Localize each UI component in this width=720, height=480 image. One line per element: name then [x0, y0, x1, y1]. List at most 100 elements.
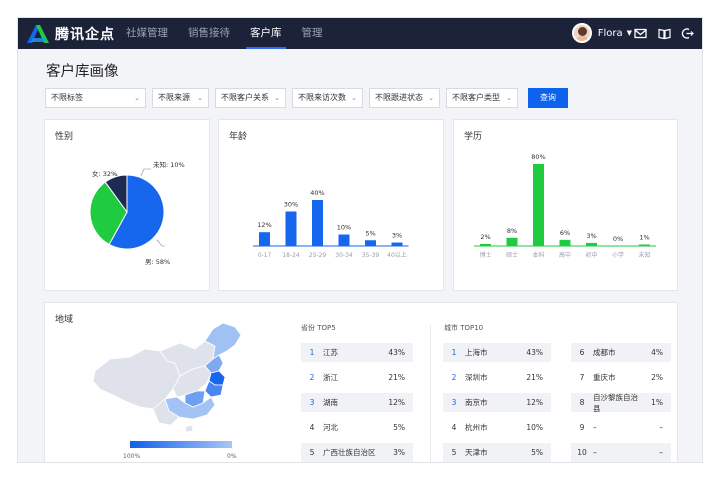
rank-row[interactable]: 10– – — [571, 443, 671, 462]
bar[interactable] — [559, 239, 571, 246]
bar[interactable] — [285, 211, 297, 247]
bar[interactable] — [506, 237, 518, 246]
followup-status-filter-select[interactable]: 不限跟进状态 ⌄ — [369, 88, 440, 108]
query-button[interactable]: 查询 — [528, 88, 568, 108]
rank-row[interactable]: 2 深圳市 21% — [443, 368, 551, 387]
rank-value: 43% — [388, 348, 405, 357]
rank-row[interactable]: 8 自沙黎族自治县 1% — [571, 393, 671, 413]
education-bar-chart: 2% 博士 8% 硕士 80% 本科 6% 高中 3% 初中 0% 小学 1% 未知 — [474, 153, 656, 259]
bar[interactable] — [533, 164, 544, 246]
bar[interactable] — [480, 243, 491, 246]
rank-name: 深圳市 — [465, 373, 488, 382]
source-filter-select[interactable]: 不限来源 ⌄ — [152, 88, 209, 108]
chevron-down-icon: ⌄ — [134, 94, 140, 102]
bar-value-label: 2% — [480, 233, 490, 241]
rank-number: 9 — [579, 423, 585, 432]
rank-value: 10% — [526, 423, 543, 432]
chevron-down-icon: ⌄ — [274, 94, 280, 102]
bar[interactable] — [391, 242, 403, 246]
gender-card: 性别 男: 58% 女: 32% 未知: 10% — [44, 119, 210, 291]
rank-name: 杭州市 — [465, 423, 488, 432]
bar[interactable] — [365, 240, 376, 246]
rank-row[interactable]: 5 天津市 5% — [443, 443, 551, 462]
nav-management[interactable]: 管理 — [292, 18, 333, 49]
rank-row[interactable]: 2 浙江 21% — [301, 368, 413, 387]
rank-row[interactable]: 4 河北 5% — [301, 418, 413, 437]
rank-name: 河北 — [323, 423, 338, 432]
customer-type-filter-select[interactable]: 不限客户类型 ⌄ — [446, 88, 518, 108]
china-map — [92, 322, 242, 433]
rank-row[interactable]: 3 南京市 12% — [443, 393, 551, 412]
rank-number: 4 — [451, 423, 457, 432]
pie-label-leader-line — [140, 168, 151, 177]
nav-sales-reception[interactable]: 销售接待 — [178, 18, 240, 49]
tag-filter-select[interactable]: 不限标签 ⌄ — [45, 88, 146, 108]
x-tick-label: 未知 — [638, 251, 650, 259]
rank-row[interactable]: 4 杭州市 10% — [443, 418, 551, 437]
x-tick-label: 博士 — [479, 251, 491, 259]
x-tick-label: 本科 — [532, 251, 544, 259]
mail-icon[interactable] — [634, 27, 647, 40]
bar[interactable] — [312, 200, 323, 246]
nav-social-media[interactable]: 社媒管理 — [116, 18, 178, 49]
rank-row[interactable]: 9– – — [571, 418, 671, 437]
chevron-down-icon: ⌄ — [197, 94, 203, 102]
x-tick-label: 40以上 — [387, 251, 407, 259]
rank-value: 5% — [531, 448, 543, 457]
rank-value: – — [659, 423, 663, 432]
rank-value: – — [659, 448, 663, 457]
app-window: 腾讯企点 社媒管理 销售接待 客户库 管理 Flora ▼ 客户库画像 不限标签… — [17, 17, 703, 463]
rank-row[interactable]: 3 湖南 12% — [301, 393, 413, 412]
x-tick-label: 硕士 — [506, 251, 518, 259]
rank-row[interactable]: 6 成都市 4% — [571, 343, 671, 362]
logo[interactable]: 腾讯企点 — [27, 24, 115, 44]
nav-customer-library[interactable]: 客户库 — [240, 18, 292, 49]
rank-name: 湖南 — [323, 398, 338, 407]
bar-value-label: 80% — [531, 153, 545, 161]
rank-row[interactable]: 1 江苏 43% — [301, 343, 413, 362]
rank-value: 21% — [388, 373, 405, 382]
bar-value-label: 10% — [337, 224, 351, 232]
chevron-down-icon: ⌄ — [428, 94, 434, 102]
rank-name: 成都市 — [593, 348, 616, 357]
pie-slice-label: 女: 32% — [92, 169, 117, 178]
logout-icon[interactable] — [681, 27, 694, 40]
top-navigation-bar: 腾讯企点 社媒管理 销售接待 客户库 管理 Flora ▼ — [18, 18, 702, 49]
rank-value: 12% — [526, 398, 543, 407]
rank-row[interactable]: 7 重庆市 2% — [571, 368, 671, 387]
rank-row[interactable]: 1 上海市 43% — [443, 343, 551, 362]
rank-number: 3 — [451, 398, 457, 407]
rank-number: 10 — [577, 448, 587, 457]
bar-value-label: 12% — [257, 221, 271, 229]
book-icon[interactable] — [658, 27, 671, 40]
legend-max-label: 100% — [123, 453, 141, 460]
user-menu[interactable]: Flora ▼ — [571, 23, 632, 43]
select-value: 不限来访次数 — [298, 93, 346, 102]
select-value: 不限标签 — [51, 93, 83, 102]
relation-filter-select[interactable]: 不限客户关系 ⌄ — [215, 88, 286, 108]
tencent-qidian-logo-icon — [27, 25, 49, 43]
caret-down-icon[interactable]: ▼ — [627, 29, 632, 37]
rank-number: 7 — [579, 373, 585, 382]
x-tick-label: 0-17 — [258, 252, 272, 259]
bar[interactable] — [586, 242, 597, 246]
x-tick-label: 高中 — [559, 251, 571, 259]
bar[interactable] — [338, 234, 350, 247]
divider — [430, 325, 431, 462]
rank-number: 3 — [309, 398, 315, 407]
bar[interactable] — [639, 244, 650, 247]
rank-value: 2% — [651, 373, 663, 382]
select-value: 不限客户关系 — [221, 93, 269, 102]
province-top5-title: 省份 TOP5 — [301, 324, 336, 332]
rank-value: 5% — [393, 423, 405, 432]
legend-min-label: 0% — [227, 453, 237, 460]
avatar[interactable] — [571, 23, 592, 43]
rank-number: 2 — [309, 373, 315, 382]
pie-slice-label: 男: 58% — [145, 258, 170, 266]
visit-count-filter-select[interactable]: 不限来访次数 ⌄ — [292, 88, 363, 108]
rank-row[interactable]: 5 广西壮族自治区 3% — [301, 443, 413, 462]
gender-pie-chart: 男: 58% 女: 32% 未知: 10% — [89, 160, 185, 266]
user-name[interactable]: Flora — [598, 28, 623, 39]
bar[interactable] — [259, 232, 270, 246]
map-region-hainan[interactable] — [184, 424, 194, 433]
